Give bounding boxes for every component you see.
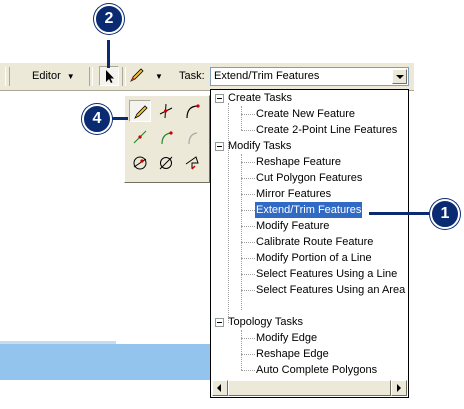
intersection-circle-icon <box>159 156 173 170</box>
edit-tool-button[interactable] <box>99 66 119 86</box>
trace-tool-icon <box>185 156 199 170</box>
tree-item[interactable]: Create New Feature <box>256 106 355 122</box>
tree-connector <box>241 106 242 130</box>
tree-item[interactable]: Mirror Features <box>256 186 331 202</box>
tree-item[interactable]: Reshape Feature <box>256 154 341 170</box>
sketch-tool-dropdown-icon[interactable]: ▼ <box>155 67 163 86</box>
tree-connector <box>241 290 255 291</box>
editor-menu-label: Editor <box>32 70 61 82</box>
palette-arc-tool[interactable] <box>181 100 203 122</box>
palette-intersection-tool[interactable] <box>155 100 177 122</box>
editor-toolbar: Editor ▼ ▼ Task: Extend/Trim Features <box>0 62 414 91</box>
tree-connector <box>241 130 255 131</box>
tree-item[interactable]: Modify Portion of a Line <box>256 250 372 266</box>
tree-group-create-tasks[interactable]: Create Tasks <box>228 90 292 106</box>
tree-item[interactable]: Select Features Using a Line <box>256 266 397 282</box>
toolbar-separator <box>89 67 93 86</box>
tree-item[interactable]: Select Features Using an Area <box>256 282 406 298</box>
palette-end-point-arc-tool[interactable] <box>181 126 203 148</box>
tree-connector <box>241 114 255 115</box>
tree-connector <box>241 338 255 339</box>
background-band <box>0 344 210 380</box>
horizontal-scrollbar[interactable] <box>212 380 407 396</box>
task-label: Task: <box>179 70 205 82</box>
tree-item[interactable]: Auto Complete Polygons <box>256 362 377 378</box>
arc-tool-icon <box>186 104 200 119</box>
tree-connector <box>241 274 255 275</box>
callout-1-badge: 1 <box>430 199 460 229</box>
palette-midpoint-tool[interactable] <box>129 126 151 148</box>
toolbar-grip[interactable] <box>5 67 10 86</box>
tree-connector <box>241 178 255 179</box>
tree-item[interactable]: Reshape Edge <box>256 346 329 362</box>
chevron-down-icon: ▼ <box>66 72 75 81</box>
tree-connector <box>241 242 255 243</box>
tree-connector <box>241 330 242 370</box>
palette-distance-distance-tool[interactable] <box>155 126 177 148</box>
palette-intersection-circle-tool[interactable] <box>155 152 177 174</box>
palette-direction-distance-tool[interactable] <box>129 152 151 174</box>
expander-modify-tasks[interactable] <box>215 142 224 151</box>
expander-topology-tasks[interactable] <box>215 318 224 327</box>
tree-item-selected[interactable]: Extend/Trim Features <box>255 202 363 218</box>
tree-item[interactable]: Modify Edge <box>256 330 317 346</box>
expander-create-tasks[interactable] <box>215 94 224 103</box>
end-point-arc-icon <box>188 132 198 145</box>
tree-connector <box>241 210 255 211</box>
tree-connector <box>241 162 255 163</box>
distance-distance-icon <box>161 131 173 145</box>
tree-connector <box>241 258 255 259</box>
tree-connector <box>241 194 255 195</box>
tree-connector <box>241 354 255 355</box>
intersection-tool-icon <box>159 103 173 119</box>
palette-trace-tool[interactable] <box>181 152 203 174</box>
sketch-tool-icon <box>134 105 148 119</box>
tree-item[interactable]: Create 2-Point Line Features <box>256 122 397 138</box>
callout-2-leader <box>107 40 110 68</box>
task-dropdown-list[interactable]: Create Tasks Create New Feature Create 2… <box>210 89 409 398</box>
task-combo-box[interactable]: Extend/Trim Features <box>210 67 409 86</box>
tree-group-modify-tasks[interactable]: Modify Tasks <box>228 138 291 154</box>
tree-connector <box>241 226 255 227</box>
callout-4-badge: 4 <box>82 104 112 134</box>
tree-item[interactable]: Calibrate Route Feature <box>256 234 373 250</box>
scroll-right-button[interactable] <box>391 380 407 396</box>
sketch-tool-button[interactable] <box>128 66 148 86</box>
toolbar-separator-2 <box>122 67 126 86</box>
scrollbar-thumb[interactable] <box>228 380 391 396</box>
palette-sketch-tool[interactable] <box>129 100 151 122</box>
tree-connector <box>241 370 255 371</box>
task-combo-dropdown-button[interactable] <box>392 69 407 84</box>
tree-connector <box>228 103 229 323</box>
tree-item[interactable]: Modify Feature <box>256 218 329 234</box>
callout-1-leader <box>369 212 429 215</box>
sketch-tool-palette <box>124 95 210 183</box>
editor-menu-button[interactable]: Editor ▼ <box>28 67 79 86</box>
tree-item[interactable]: Cut Polygon Features <box>256 170 362 186</box>
tree-group-topology-tasks[interactable]: Topology Tasks <box>228 314 303 330</box>
midpoint-tool-icon <box>133 130 147 144</box>
scroll-left-button[interactable] <box>212 380 228 396</box>
callout-4-leader <box>112 117 128 120</box>
sketch-pencil-icon <box>130 68 144 82</box>
task-combo-value: Extend/Trim Features <box>214 70 320 82</box>
callout-2-badge: 2 <box>94 4 124 34</box>
edit-tool-arrow-icon <box>106 70 114 83</box>
direction-distance-icon <box>133 156 147 170</box>
